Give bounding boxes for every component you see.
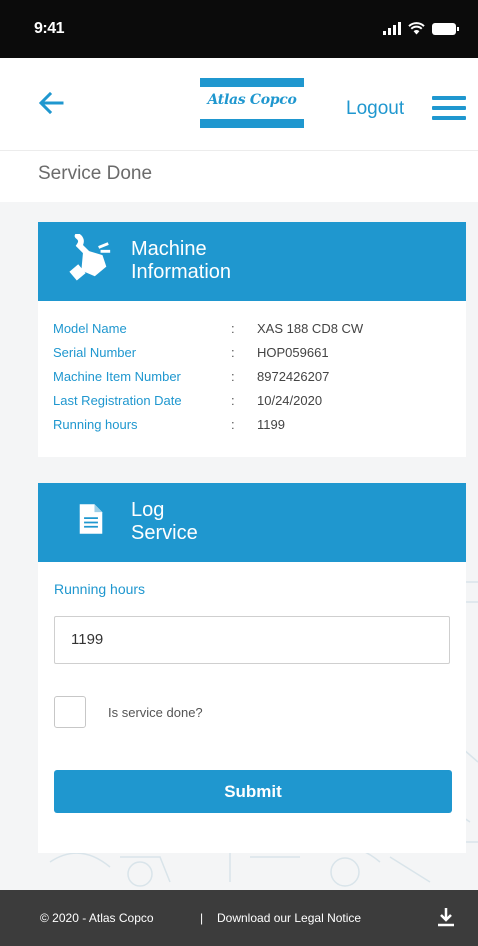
footer-copyright: © 2020 - Atlas Copco: [40, 911, 154, 925]
machine-info-title: Machine Information: [131, 238, 231, 284]
status-bar: 9:41: [0, 0, 478, 58]
info-value: 1199: [257, 417, 285, 432]
info-label: Machine Item Number: [53, 369, 181, 384]
info-value: 10/24/2020: [257, 393, 323, 408]
atlas-copco-logo: Atlas Copco: [200, 78, 304, 128]
info-label: Serial Number: [53, 345, 137, 360]
info-colon: :: [231, 417, 235, 432]
service-done-label: Is service done?: [108, 705, 203, 720]
status-icons: [383, 22, 459, 35]
logo-text: Atlas Copco: [207, 92, 297, 108]
info-label: Running hours: [53, 417, 138, 432]
download-icon[interactable]: [436, 906, 456, 928]
arrow-left-icon[interactable]: [36, 88, 66, 118]
footer-separator: |: [200, 911, 204, 925]
log-service-header: Log Service: [38, 483, 466, 562]
info-colon: :: [231, 345, 235, 360]
submit-button[interactable]: Submit: [54, 770, 452, 813]
running-hours-label: Running hours: [54, 581, 146, 597]
document-icon: [79, 504, 103, 534]
machine-info-title-line2: Information: [131, 261, 232, 283]
logo-bar-top: [200, 78, 304, 87]
footer: © 2020 - Atlas Copco | Download our Lega…: [0, 890, 478, 946]
info-colon: :: [231, 321, 235, 336]
machine-hand-icon: [69, 234, 111, 281]
machine-info-header: Machine Information: [38, 222, 466, 301]
page-title: Service Done: [38, 163, 153, 184]
info-colon: :: [231, 369, 235, 384]
info-value: 8972426207: [257, 369, 330, 384]
service-done-checkbox[interactable]: [54, 696, 86, 728]
log-service-title-line2: Service: [131, 522, 198, 544]
logo-bar-bottom: [200, 119, 304, 128]
logout-link[interactable]: Logout: [346, 98, 404, 120]
battery-icon: [432, 23, 459, 35]
log-service-card: Log Service Running hours 1199 Is servic…: [38, 483, 466, 853]
signal-icon: [383, 22, 401, 35]
info-label: Model Name: [53, 321, 127, 336]
info-colon: :: [231, 393, 235, 408]
machine-info-title-line1: Machine: [131, 238, 207, 260]
wifi-icon: [408, 22, 425, 35]
app-header: Atlas Copco Logout: [0, 58, 478, 151]
status-time: 9:41: [34, 20, 65, 37]
info-value: XAS 188 CD8 CW: [257, 321, 364, 336]
log-service-title-line1: Log: [131, 499, 165, 521]
machine-info-card: Machine Information Model Name : XAS 188…: [38, 222, 466, 457]
running-hours-input[interactable]: 1199: [54, 616, 450, 664]
info-label: Last Registration Date: [53, 393, 182, 408]
hamburger-menu-icon[interactable]: [432, 96, 466, 120]
log-service-title: Log Service: [131, 499, 198, 545]
legal-notice-link[interactable]: Download our Legal Notice: [217, 911, 361, 925]
info-value: HOP059661: [257, 345, 329, 360]
